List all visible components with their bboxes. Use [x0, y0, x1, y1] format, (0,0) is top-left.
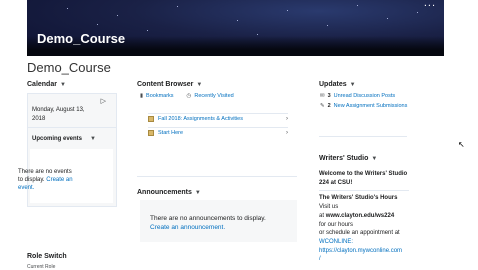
- wconline-url-link[interactable]: https://clayton.mywconline.com: [319, 247, 409, 256]
- divider: [137, 176, 297, 177]
- no-events-message: There are no events to display. Create a…: [18, 168, 78, 192]
- update-link[interactable]: Unread Discussion Posts: [334, 93, 395, 99]
- hours-heading: The Writers' Studio's Hours: [319, 195, 398, 202]
- updates-title[interactable]: Updates ▼: [319, 81, 356, 88]
- upcoming-events-label: Upcoming events: [32, 136, 83, 142]
- calendar-title-text: Calendar: [27, 81, 57, 88]
- content-item-label[interactable]: Start Here: [158, 130, 183, 136]
- content-item[interactable]: Fall 2018: Assignments & Activities ›: [148, 113, 288, 124]
- no-announcements-text: There are no announcements to display.: [150, 215, 266, 222]
- divider: [319, 136, 407, 137]
- content-item[interactable]: Start Here ›: [148, 127, 288, 138]
- wconline-link[interactable]: WCONLINE:: [319, 238, 409, 247]
- assignment-icon: ✎: [320, 103, 325, 109]
- chevron-down-icon[interactable]: ▼: [60, 82, 66, 88]
- content-item-label[interactable]: Fall 2018: Assignments & Activities: [158, 116, 243, 122]
- announcements-title[interactable]: Announcements ▼: [137, 189, 201, 196]
- announcements-message: There are no announcements to display. C…: [150, 214, 290, 232]
- chevron-right-icon[interactable]: ›: [286, 116, 288, 122]
- more-options-icon[interactable]: ...: [424, 0, 436, 9]
- course-banner: Demo_Course ...: [27, 0, 444, 56]
- content-browser-links: ▮ Bookmarks ◷ Recently Visited: [140, 93, 234, 99]
- module-icon: [148, 116, 154, 122]
- chevron-right-icon[interactable]: ›: [286, 130, 288, 136]
- current-role-label: Current Role: [27, 264, 56, 270]
- module-icon: [148, 130, 154, 136]
- chevron-down-icon[interactable]: ▼: [90, 136, 96, 142]
- divider: [28, 127, 116, 128]
- for-hours-text: for our hours: [319, 221, 354, 228]
- updates-title-text: Updates: [319, 81, 347, 88]
- chevron-down-icon[interactable]: ▼: [196, 82, 202, 88]
- update-count: 2: [327, 103, 331, 109]
- chevron-down-icon[interactable]: ▼: [371, 156, 377, 162]
- writers-studio-title[interactable]: Writers' Studio ▼: [319, 155, 377, 162]
- banner-title: Demo_Course: [37, 31, 126, 46]
- announcements-title-text: Announcements: [137, 189, 192, 196]
- update-item[interactable]: ✎ 2 New Assignment Submissions: [320, 103, 407, 109]
- create-announcement-link[interactable]: Create an announcement.: [150, 223, 290, 232]
- upcoming-events-toggle[interactable]: Upcoming events ▼: [32, 136, 96, 142]
- schedule-text: or schedule an appointment at: [319, 230, 400, 237]
- chevron-right-icon[interactable]: ▷: [101, 97, 106, 105]
- mouse-cursor-icon: ↖: [458, 140, 465, 149]
- wconline-url-slash[interactable]: /: [319, 255, 409, 264]
- update-item[interactable]: ✉ 3 Unread Discussion Posts: [320, 93, 395, 99]
- recently-visited-link[interactable]: Recently Visited: [194, 93, 233, 99]
- bookmarks-link[interactable]: Bookmarks: [146, 93, 174, 99]
- page-title: Demo_Course: [27, 60, 111, 75]
- calendar-widget-title[interactable]: Calendar ▼: [27, 81, 66, 88]
- content-browser-title[interactable]: Content Browser ▼: [137, 81, 202, 88]
- writers-studio-content: Welcome to the Writers' Studio 224 at CS…: [319, 170, 409, 264]
- content-browser-title-text: Content Browser: [137, 81, 194, 88]
- calendar-date: Monday, August 13, 2018: [32, 107, 85, 122]
- visit-us-text: Visit us: [319, 204, 339, 211]
- divider: [319, 190, 409, 192]
- discussion-icon: ✉: [320, 93, 325, 99]
- chevron-down-icon[interactable]: ▼: [195, 190, 201, 196]
- welcome-text: Welcome to the Writers' Studio 224 at CS…: [319, 171, 408, 186]
- chevron-down-icon[interactable]: ▼: [350, 82, 356, 88]
- bookmark-icon: ▮: [140, 93, 144, 99]
- at-text: at: [319, 212, 325, 219]
- update-link[interactable]: New Assignment Submissions: [334, 103, 408, 109]
- website-link[interactable]: www.clayton.edu/ws224: [326, 213, 394, 219]
- clock-icon: ◷: [186, 93, 192, 99]
- role-switch-title: Role Switch: [27, 253, 67, 260]
- update-count: 3: [327, 93, 331, 99]
- writers-studio-title-text: Writers' Studio: [319, 155, 369, 162]
